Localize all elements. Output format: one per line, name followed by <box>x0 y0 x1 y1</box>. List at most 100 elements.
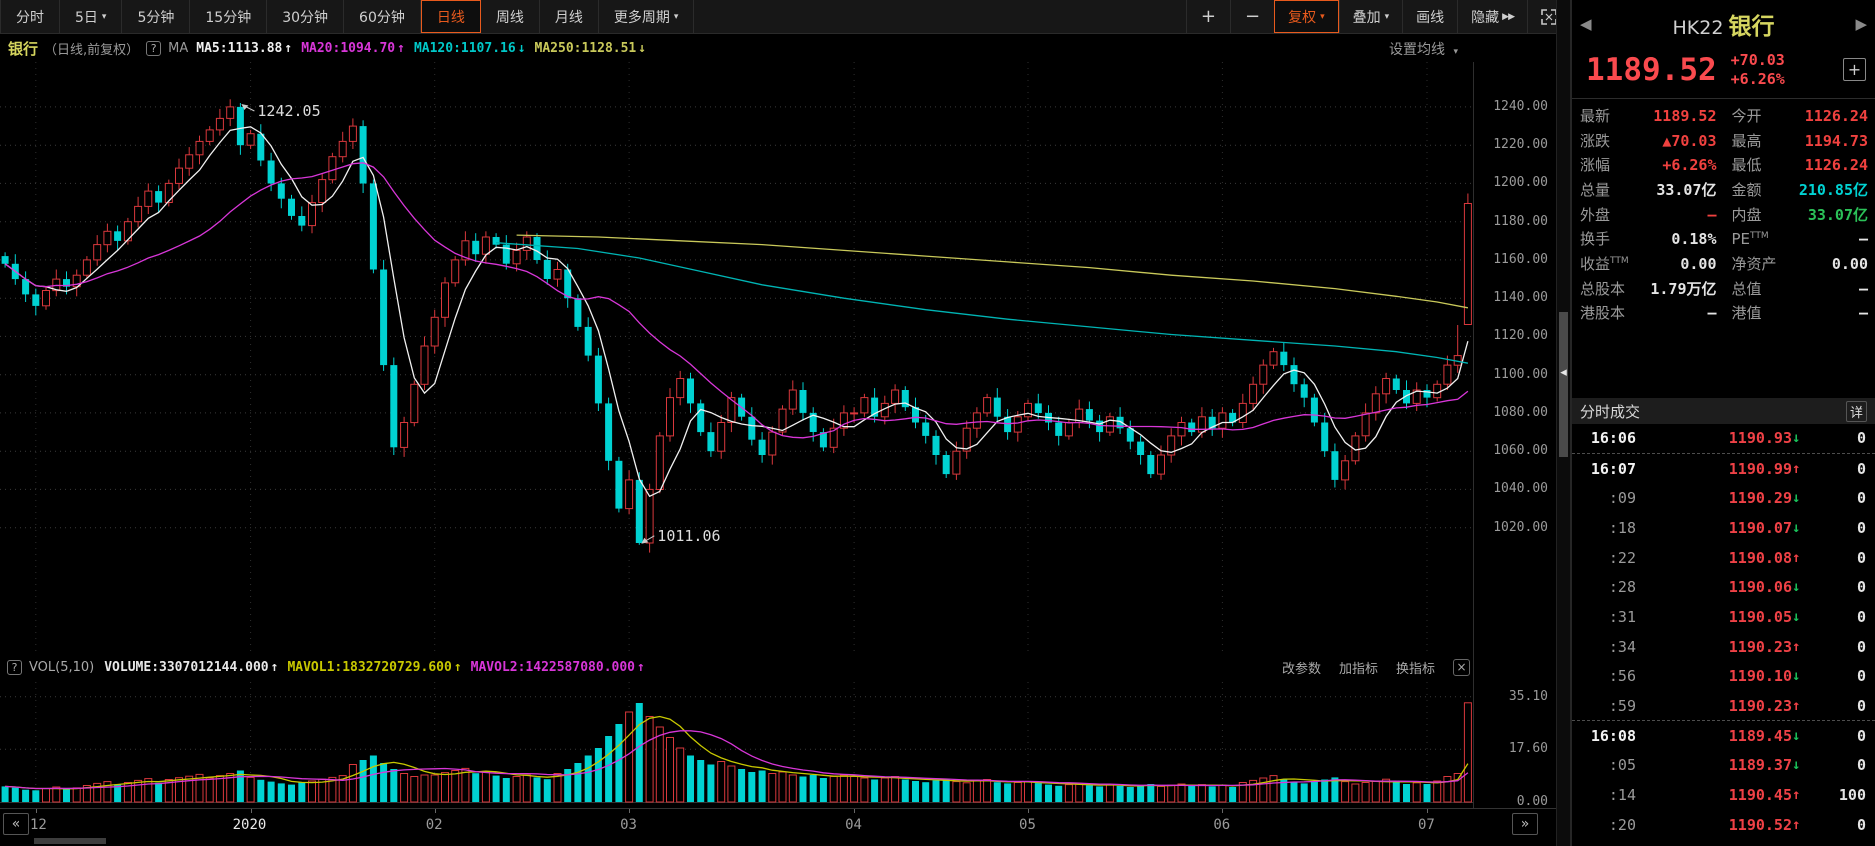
last-price: 1189.52 <box>1586 52 1717 88</box>
tab-label: 5日 <box>75 9 98 26</box>
trade-volume: 0 <box>1856 548 1866 567</box>
stat-value: 0.00 <box>1680 254 1717 273</box>
main-chart-plot[interactable]: 1242.05 1011.06 <box>0 62 1473 652</box>
trade-time: :34 <box>1608 637 1636 656</box>
trade-row[interactable]: 16:08 1189.45 ↓ 0 <box>1572 721 1875 751</box>
stat-label: 换手 <box>1580 230 1611 249</box>
stat-cell: 金额 210.85亿 <box>1724 179 1875 200</box>
scroll-left-button[interactable]: « <box>3 813 29 835</box>
画线-button[interactable]: 画线 <box>1402 0 1457 33</box>
tab-更多周期[interactable]: 更多周期 ▾ <box>599 0 695 33</box>
axis-tick <box>1427 809 1428 813</box>
stat-value: — <box>1858 304 1868 323</box>
price-axis-label: 1100.00 <box>1493 366 1548 382</box>
prev-stock-arrow-icon[interactable]: ◀ <box>1572 15 1600 33</box>
collapse-panel-handle[interactable]: ◂ <box>1557 362 1570 384</box>
隐藏-button[interactable]: 隐藏 ▶▶ <box>1457 0 1527 33</box>
tab-月线[interactable]: 月线 <box>540 0 599 33</box>
price-axis-label: 1020.00 <box>1493 519 1548 535</box>
trade-time: :56 <box>1608 667 1636 686</box>
叠加-button[interactable]: 叠加 ▾ <box>1338 0 1403 33</box>
horizontal-scrollbar-thumb[interactable] <box>34 838 106 844</box>
period-tabs: 分时 5日 ▾ 5分钟 15分钟 30分钟 60分钟 日线 周线 月线 更多周期 ▾ <box>0 0 695 33</box>
复权-button[interactable]: 复权 ▾ <box>1274 0 1339 33</box>
add-to-watchlist-button[interactable]: + <box>1843 58 1866 81</box>
price-axis-label: 1120.00 <box>1493 328 1548 344</box>
tab-日线[interactable]: 日线 <box>420 0 481 33</box>
tab-15分钟[interactable]: 15分钟 <box>190 0 268 33</box>
button-label: 复权 <box>1288 9 1317 26</box>
scroll-right-button[interactable]: » <box>1512 813 1538 835</box>
ma-settings-button[interactable]: 设置均线 ▾ <box>1389 39 1458 59</box>
stat-cell: 最高 1194.73 <box>1724 130 1875 151</box>
tab-label: 日线 <box>436 9 465 26</box>
trade-price: 1190.52 <box>1728 815 1792 834</box>
tab-30分钟[interactable]: 30分钟 <box>267 0 345 33</box>
换指标-button[interactable]: 换指标 <box>1396 658 1435 677</box>
tab-5分钟[interactable]: 5分钟 <box>122 0 191 33</box>
stat-label-sup: TTM <box>1610 255 1629 266</box>
up-arrow-icon: ↑ <box>284 41 293 56</box>
trade-time: :28 <box>1608 578 1636 597</box>
trade-row[interactable]: :28 1190.06 ↓ 0 <box>1572 572 1875 602</box>
trade-row[interactable]: :56 1190.10 ↓ 0 <box>1572 662 1875 692</box>
trade-price: 1190.29 <box>1728 489 1792 508</box>
quote-price-row: 1189.52 +70.03 +6.26% + <box>1572 44 1875 96</box>
indicator-label: MA <box>168 41 189 56</box>
stat-cell: PETTM — <box>1724 230 1875 248</box>
stock-code: HK22 <box>1672 17 1724 39</box>
stats-row: 总股本 1.79万亿 总值 — <box>1572 276 1875 301</box>
tab-60分钟[interactable]: 60分钟 <box>344 0 421 33</box>
tab-周线[interactable]: 周线 <box>481 0 540 33</box>
stats-row: 外盘 — 内盘 33.07亿 <box>1572 202 1875 227</box>
toolbar-actions: + − 复权 ▾ 叠加 ▾ 画线 隐藏 ▶▶ <box>1185 0 1570 33</box>
zoom-out-button[interactable]: − <box>1230 0 1274 33</box>
stock-name: 银行 <box>1728 14 1775 40</box>
trade-row[interactable]: :18 1190.07 ↓ 0 <box>1572 513 1875 543</box>
time-sales-title: 分时成交 <box>1580 402 1641 421</box>
scrollbar-thumb[interactable] <box>1559 312 1568 457</box>
tab-label: 周线 <box>495 9 524 26</box>
trade-row[interactable]: :09 1190.29 ↓ 0 <box>1572 483 1875 513</box>
trade-row[interactable]: :05 1189.37 ↓ 0 <box>1572 751 1875 781</box>
stat-value: 1194.73 <box>1804 131 1868 150</box>
axis-tick <box>1222 809 1224 813</box>
help-icon[interactable]: ? <box>7 659 22 675</box>
stat-label: 外盘 <box>1580 205 1611 224</box>
indicator-value: MAVOL1:1832720729.600 ↑ <box>287 660 461 675</box>
down-arrow-icon: ↓ <box>1792 519 1801 536</box>
stat-label: 港值 <box>1731 304 1762 323</box>
加指标-button[interactable]: 加指标 <box>1339 658 1378 677</box>
stat-cell: 最新 1189.52 <box>1572 105 1724 126</box>
trade-row[interactable]: :22 1190.08 ↑ 0 <box>1572 543 1875 573</box>
trade-row[interactable]: :34 1190.23 ↑ 0 <box>1572 632 1875 662</box>
detail-button[interactable]: 详 <box>1845 400 1867 422</box>
trade-row[interactable]: 16:07 1190.99 ↑ 0 <box>1572 454 1875 484</box>
tab-5日[interactable]: 5日 ▾ <box>60 0 123 33</box>
up-arrow-icon: ↑ <box>1792 549 1801 566</box>
volume-plot[interactable] <box>0 682 1473 808</box>
tab-label: 分时 <box>16 9 44 26</box>
help-icon[interactable]: ? <box>146 41 162 56</box>
ma-values: MA5:1113.88 ↑ MA20:1094.70 ↑ MA120:1107.16 ↓ M… <box>196 41 646 56</box>
close-indicator-icon[interactable]: × <box>1453 658 1470 676</box>
next-stock-arrow-icon[interactable]: ▶ <box>1847 15 1875 33</box>
stats-row: 涨跌 ▲70.03 最高 1194.73 <box>1572 128 1875 153</box>
chevron-down-icon: ▾ <box>1384 11 1390 22</box>
trade-row[interactable]: :14 1190.45 ↑ 100 <box>1572 780 1875 810</box>
zoom-in-button[interactable]: + <box>1185 0 1230 33</box>
trade-row[interactable]: :59 1190.23 ↑ 0 <box>1572 691 1875 721</box>
chart-mode-label: （日线,前复权） <box>44 43 140 58</box>
volume-values: VOLUME:3307012144.000 ↑ MAVOL1:1832720729.… <box>104 660 645 675</box>
price-axis-label: 1140.00 <box>1493 290 1548 306</box>
改参数-button[interactable]: 改参数 <box>1282 658 1321 677</box>
trade-row[interactable]: :31 1190.05 ↓ 0 <box>1572 602 1875 632</box>
tab-分时[interactable]: 分时 <box>0 0 60 33</box>
trade-volume: 0 <box>1856 518 1866 537</box>
trade-row[interactable]: :20 1190.52 ↑ 0 <box>1572 810 1875 840</box>
stat-label: 最新 <box>1580 106 1611 125</box>
price-axis-label: 1220.00 <box>1493 137 1548 153</box>
stat-label: PETTM <box>1731 229 1769 248</box>
trade-row[interactable]: 16:06 1190.93 ↓ 0 <box>1572 424 1875 454</box>
date-axis-label: 07 <box>1417 817 1435 833</box>
